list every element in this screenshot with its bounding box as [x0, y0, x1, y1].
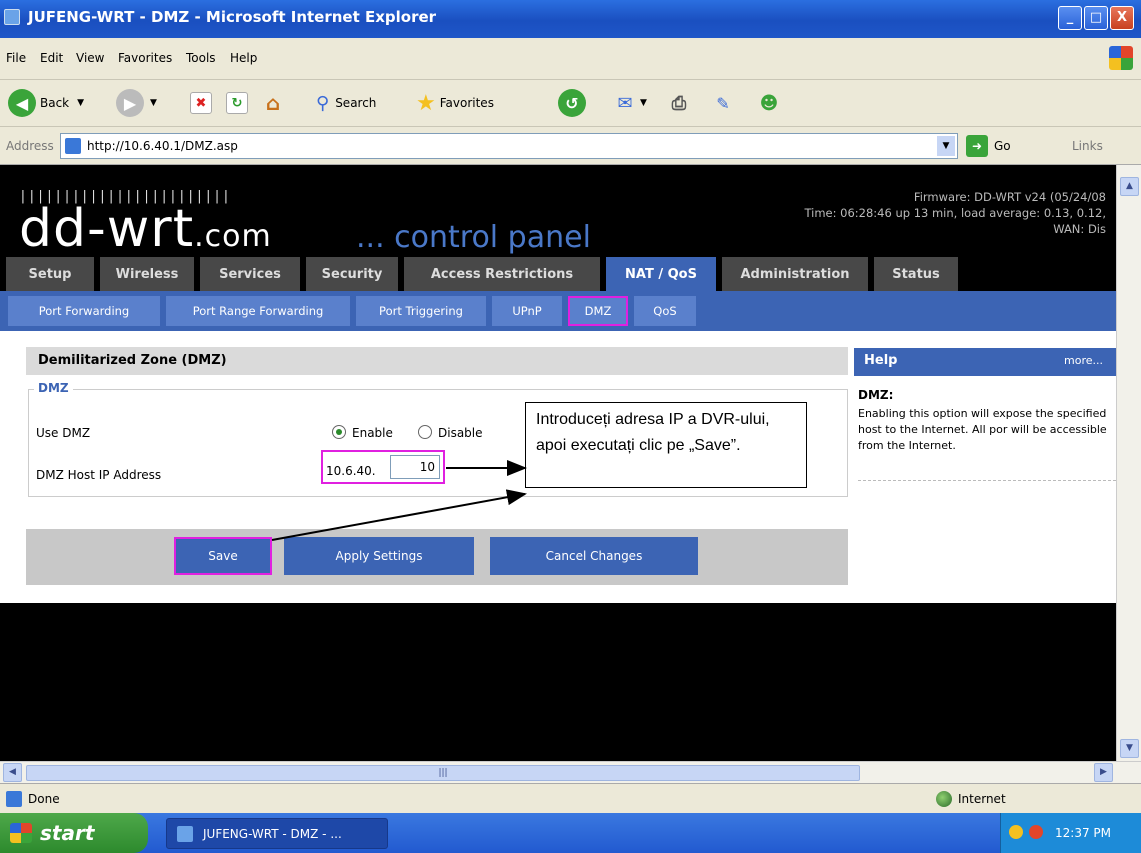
vertical-scrollbar[interactable]: ▲ ▼	[1116, 165, 1141, 761]
scroll-down-icon[interactable]: ▼	[1120, 739, 1139, 758]
scroll-thumb[interactable]: |||	[26, 765, 860, 781]
scroll-up-icon[interactable]: ▲	[1120, 177, 1139, 196]
zone-text: Internet	[958, 792, 1006, 806]
arrow-to-save	[271, 489, 527, 541]
windows-flag-icon	[10, 823, 32, 843]
status-bar: Done Internet	[0, 783, 1141, 813]
taskbar-item-label: JUFENG-WRT - DMZ - ...	[203, 827, 342, 841]
taskbar-ie-window[interactable]: JUFENG-WRT - DMZ - ...	[166, 818, 388, 849]
scroll-left-icon[interactable]: ◀	[3, 763, 22, 782]
callout-arrows	[271, 460, 527, 541]
shield-icon[interactable]	[1009, 825, 1023, 839]
alert-icon[interactable]	[1029, 825, 1043, 839]
horizontal-scrollbar[interactable]: ◀ ||| ▶	[0, 761, 1141, 783]
taskbar: start JUFENG-WRT - DMZ - ... 12:37 PM	[0, 813, 1141, 853]
start-button[interactable]: start	[0, 813, 148, 853]
globe-icon	[936, 791, 952, 807]
status-text: Done	[28, 792, 60, 806]
ie-app-icon	[177, 826, 193, 842]
page-icon	[6, 791, 22, 807]
scroll-right-icon[interactable]: ▶	[1094, 763, 1113, 782]
system-tray: 12:37 PM	[1000, 813, 1141, 853]
start-label: start	[40, 821, 95, 845]
clock: 12:37 PM	[1055, 826, 1111, 840]
